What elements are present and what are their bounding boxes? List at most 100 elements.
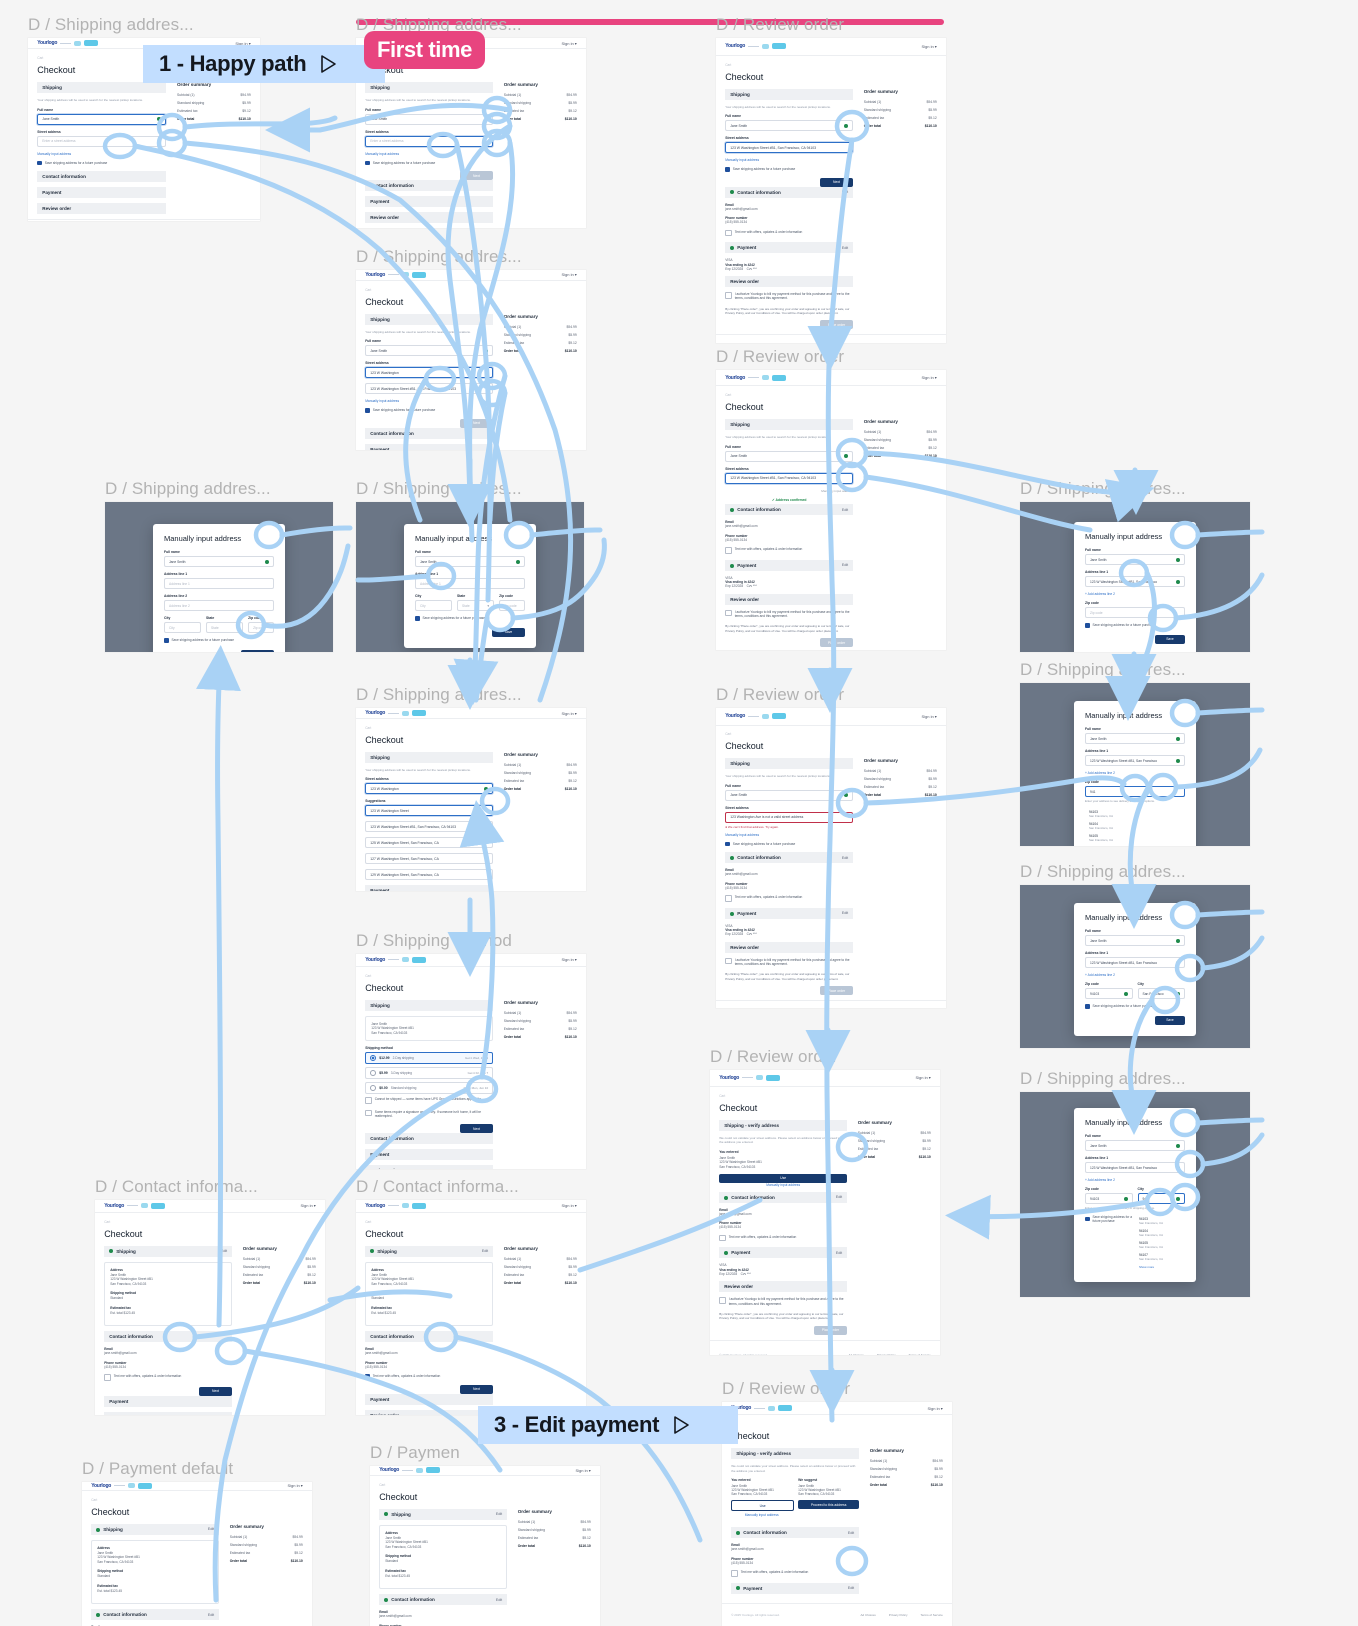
section-header[interactable]: Contact information [365, 1133, 494, 1145]
section-header[interactable]: Shipping - verify address [731, 1448, 860, 1460]
brand-logo[interactable]: Yourlogo [104, 1202, 166, 1209]
manual-address-link[interactable]: Manually input address [37, 152, 166, 156]
brand-logo[interactable]: Yourlogo [731, 1405, 793, 1412]
text-input[interactable]: City [164, 622, 202, 633]
text-input[interactable]: Jane Smith [365, 345, 494, 357]
section-header[interactable]: Review order [725, 276, 854, 288]
text-input[interactable]: Enter a street address [365, 135, 494, 147]
checkbox-row[interactable]: Text me with offers, updates & order inf… [725, 229, 853, 237]
city-suggestion[interactable]: 94104 San Francisco, CA [1135, 1227, 1185, 1239]
text-input[interactable]: 123 W Washington Street #B1, San Francis… [1085, 957, 1185, 968]
flow-start-happy-path[interactable]: 1 - Happy path [143, 45, 385, 83]
section-header[interactable]: Payment Edit [725, 559, 854, 571]
section-header[interactable]: Review order [365, 1165, 494, 1169]
checkbox-row[interactable]: Cannot be shipped — some items have UPS … [365, 1097, 493, 1104]
sign-in-link[interactable]: Sign in ▾ [561, 41, 576, 46]
text-input[interactable]: State ▾ [206, 622, 244, 633]
text-input[interactable]: Enter a street address [37, 135, 167, 147]
text-input[interactable]: Jane Smith [1085, 554, 1185, 565]
section-header[interactable]: Payment Edit [731, 1582, 860, 1594]
checkbox[interactable] [1085, 1004, 1090, 1009]
checkbox-row[interactable]: Save shipping address for a future purch… [1085, 623, 1185, 628]
brand-logo[interactable]: Yourlogo [365, 1202, 427, 1209]
section-header[interactable]: Contact information Edit [725, 186, 854, 198]
edit-link[interactable]: Edit [836, 1251, 842, 1255]
text-input[interactable]: 941 [1085, 786, 1185, 797]
text-input[interactable]: Jane Smith [415, 556, 525, 567]
section-header[interactable]: Contact information Edit [725, 504, 854, 516]
section-header[interactable]: Review order [37, 203, 167, 214]
edit-link[interactable]: Edit [842, 190, 848, 194]
manual-address-link[interactable]: Manually input address [365, 152, 493, 156]
place-order-button[interactable]: Place order [819, 638, 854, 647]
breadcrumb[interactable]: Cart [365, 288, 577, 292]
text-input[interactable]: 941 [1137, 1193, 1185, 1204]
frame-manual-address-6[interactable]: D / Shipping addres... Manually input ad… [1020, 1069, 1250, 1297]
radio[interactable] [370, 1070, 377, 1077]
checkbox-row[interactable]: Save shipping address for a future purch… [1085, 1004, 1185, 1009]
breadcrumb[interactable]: Cart [365, 726, 577, 730]
brand-logo[interactable]: Yourlogo [91, 1482, 153, 1489]
next-button[interactable]: Next [459, 1124, 494, 1134]
section-header[interactable]: Contact information [104, 1331, 233, 1343]
section-header[interactable]: Contact information [37, 171, 167, 182]
show-more-link[interactable]: Show more [1135, 1263, 1185, 1271]
edit-link[interactable]: Edit [221, 1249, 227, 1253]
edit-link[interactable]: Edit [842, 911, 848, 915]
section-header[interactable]: Shipping Edit [104, 1245, 233, 1257]
checkbox-row[interactable]: I authorize Yourlogo to bill my payment … [725, 292, 853, 301]
frame-shipping-method[interactable]: D / Shipping method Yourlogo Sign in ▾ C… [356, 931, 586, 1169]
manual-address-link[interactable]: Manually input address [365, 399, 493, 403]
brand-logo[interactable]: Yourlogo [379, 1467, 441, 1474]
sign-in-link[interactable]: Sign in ▾ [915, 1075, 930, 1080]
checkbox-row[interactable]: Some items require a signature on delive… [365, 1109, 493, 1119]
checkbox-row[interactable]: Save shipping address for a future purch… [365, 408, 493, 413]
suggestion-item[interactable]: 125 W Washington Street, San Francisco, … [365, 837, 494, 849]
section-header[interactable]: Contact information Edit [379, 1594, 508, 1606]
checkbox[interactable] [365, 160, 370, 166]
suggestion-item[interactable]: 123 W Washington Street #B1, San Francis… [365, 821, 494, 833]
text-input[interactable]: 123 W Washington Street #B1, San Francis… [1085, 755, 1185, 766]
checkbox-row[interactable]: I authorize Yourlogo to bill my payment … [725, 609, 853, 619]
section-header[interactable]: Contact information Edit [731, 1527, 860, 1539]
checkbox[interactable] [365, 1109, 372, 1117]
frame-manual-address-3[interactable]: D / Shipping addres... Manually input ad… [1020, 479, 1250, 652]
brand-logo[interactable]: Yourlogo [365, 710, 427, 717]
section-header[interactable]: Review order [365, 212, 494, 224]
breadcrumb[interactable]: Cart [365, 974, 577, 978]
text-input[interactable]: Address line 2 [164, 600, 274, 611]
add-address-line2-link[interactable]: + Add address line 2 [1085, 973, 1185, 977]
checkbox[interactable] [725, 547, 732, 554]
frame-review-order-3[interactable]: D / Review order Yourlogo Sign in ▾ Cart… [716, 685, 946, 1008]
section-header[interactable]: Shipping - verify address [719, 1119, 848, 1131]
sign-in-link[interactable]: Sign in ▾ [287, 1483, 302, 1488]
section-header[interactable]: Payment Edit [725, 907, 854, 919]
checkbox[interactable] [365, 1097, 372, 1104]
text-input[interactable]: Jane Smith [37, 113, 167, 125]
section-header[interactable]: Payment [365, 443, 494, 450]
save-button[interactable]: Save [1155, 1015, 1185, 1025]
checkbox[interactable] [731, 1570, 738, 1577]
flow-badge-first-time[interactable]: First time [364, 31, 486, 69]
breadcrumb[interactable]: Cart [731, 1422, 943, 1426]
footer-link[interactable]: Privacy Policy [877, 1353, 896, 1355]
section-header[interactable]: Shipping [365, 313, 494, 325]
checkbox-row[interactable]: Text me with offers, updates & order inf… [731, 1570, 859, 1577]
zip-suggestion[interactable]: 94104 San Francisco, CA [1085, 820, 1185, 832]
text-input[interactable]: 123 W Washington [365, 367, 494, 379]
sign-in-link[interactable]: Sign in ▾ [300, 1203, 315, 1208]
text-input[interactable]: Jane Smith [1085, 935, 1185, 946]
checkbox[interactable] [725, 957, 732, 965]
frame-payment-default[interactable]: D / Payment default Yourlogo Sign in ▾ C… [82, 1459, 312, 1626]
radio[interactable] [370, 1085, 377, 1092]
text-input[interactable]: San Francisco [1137, 988, 1185, 999]
footer-link[interactable]: Terms of Service [920, 1613, 942, 1617]
text-input[interactable]: Jane Smith [365, 113, 494, 125]
frame-review-order-5[interactable]: D / Review order Yourlogo Sign in ▾ Cart… [722, 1379, 952, 1626]
edit-link[interactable]: Edit [496, 1512, 502, 1516]
section-header[interactable]: Contact information Edit [91, 1609, 220, 1621]
text-input[interactable]: Jane Smith [725, 450, 854, 462]
frame-manual-address-2[interactable]: D / Shipping addres... Manually input ad… [356, 479, 584, 652]
save-button[interactable]: Save [1155, 634, 1185, 644]
brand-logo[interactable]: Yourlogo [365, 956, 427, 963]
